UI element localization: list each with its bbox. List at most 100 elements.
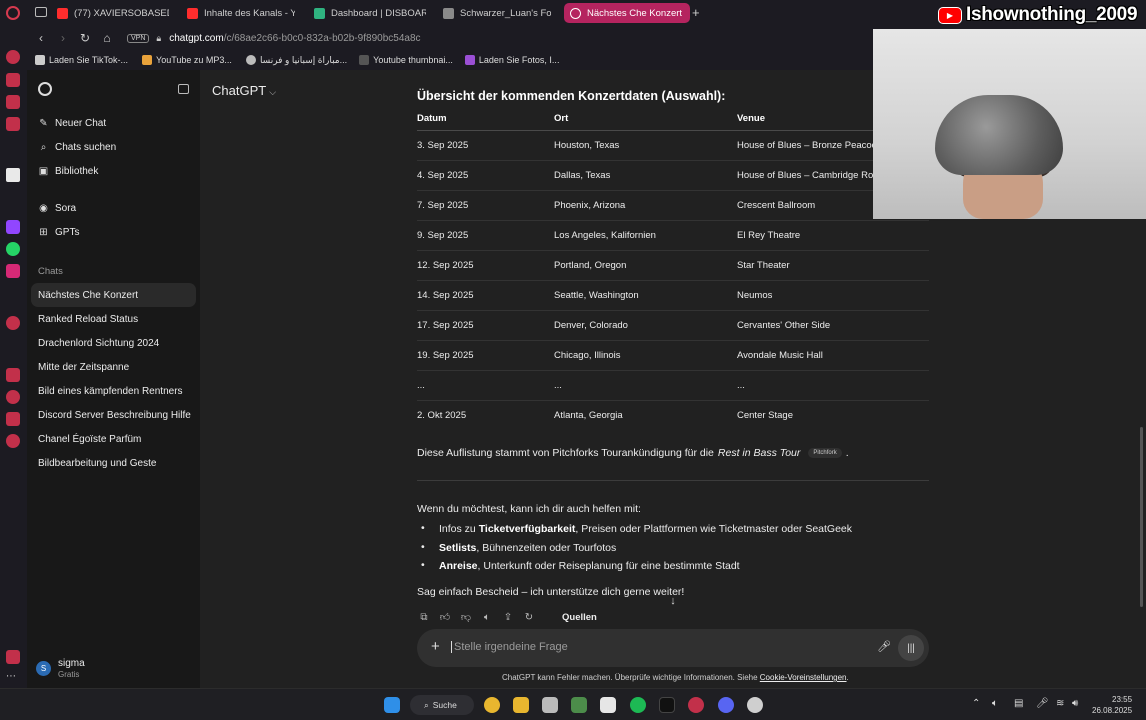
tab-youtube-live[interactable]: (77) XAVIERSOBASED LIV bbox=[51, 3, 175, 23]
closing-text: Sag einfach Bescheid – ich unterstütze d… bbox=[417, 586, 685, 598]
vpn-badge[interactable]: VPN bbox=[127, 33, 150, 43]
bookmark-thumbnail[interactable]: Youtube thumbnai... bbox=[359, 55, 453, 65]
thumbs-up-icon[interactable]: 👍︎ bbox=[439, 611, 451, 623]
file-explorer-icon[interactable] bbox=[513, 697, 529, 713]
chat-item-ranked-reload[interactable]: Ranked Reload Status bbox=[38, 314, 138, 325]
chat-item-naechstes-che-konzert[interactable]: Nächstes Che Konzert bbox=[38, 290, 138, 301]
scroll-down-icon[interactable]: ↓ bbox=[665, 595, 681, 611]
tab-menu-icon[interactable] bbox=[35, 7, 47, 17]
controller-icon[interactable] bbox=[6, 368, 20, 382]
whatsapp-icon[interactable] bbox=[6, 242, 20, 256]
copy-icon[interactable]: ⧉ bbox=[418, 611, 430, 623]
discord-icon[interactable] bbox=[718, 697, 734, 713]
bookmark-yt-mp3[interactable]: YouTube zu MP3... bbox=[142, 55, 232, 65]
read-aloud-icon[interactable]: 🔈︎ bbox=[481, 611, 493, 623]
home-icon[interactable]: ⌂ bbox=[99, 31, 115, 45]
bookmark-match[interactable]: مباراة إسبانيا و فرنسا... bbox=[245, 55, 347, 66]
network-icon[interactable]: ▤ bbox=[1014, 698, 1023, 709]
taskbar-search[interactable]: ⌕ Suche bbox=[410, 695, 474, 715]
spotify-icon[interactable] bbox=[630, 697, 646, 713]
back-icon[interactable]: ‹ bbox=[33, 31, 49, 45]
citation-pill[interactable]: Pitchfork bbox=[808, 448, 842, 458]
new-chat-button[interactable]: ✎ Neuer Chat bbox=[38, 118, 106, 129]
cookie-settings-link[interactable]: Cookie-Voreinstellungen bbox=[760, 673, 847, 682]
table-header-row: Datum Ort Venue bbox=[417, 108, 929, 131]
chat-item-zeitspanne[interactable]: Mitte der Zeitspanne bbox=[38, 362, 129, 373]
chat-item-bildbearbeitung[interactable]: Bildbearbeitung und Geste bbox=[38, 458, 156, 469]
store-icon[interactable] bbox=[542, 697, 558, 713]
model-selector[interactable]: ChatGPT ⌵ bbox=[212, 83, 276, 98]
library-button[interactable]: ▣ Bibliothek bbox=[38, 166, 99, 177]
table-row: 12. Sep 2025 Portland, Oregon Star Theater bbox=[417, 250, 929, 281]
chrome-icon[interactable] bbox=[484, 697, 500, 713]
app-icon[interactable] bbox=[571, 697, 587, 713]
thumbs-down-icon[interactable]: 👎︎ bbox=[460, 611, 472, 623]
opera-gx-icon[interactable] bbox=[688, 697, 704, 713]
date-cell: 7. Sep 2025 bbox=[417, 190, 554, 221]
tab-youtube-studio[interactable]: Inhalte des Kanals - YouT bbox=[181, 3, 301, 23]
sources-button[interactable]: Quellen bbox=[562, 612, 597, 623]
user-icon[interactable] bbox=[6, 73, 20, 87]
opera-logo-icon[interactable] bbox=[6, 6, 20, 20]
forward-icon[interactable]: › bbox=[55, 31, 71, 45]
sora-button[interactable]: ◉ Sora bbox=[38, 203, 76, 214]
search-chats-button[interactable]: ⌕ Chats suchen bbox=[38, 142, 116, 153]
tiktok-icon[interactable] bbox=[659, 697, 675, 713]
aria-icon[interactable] bbox=[6, 50, 20, 64]
chat-item-drachenlord[interactable]: Drachenlord Sichtung 2024 bbox=[38, 338, 159, 349]
capcut-icon[interactable] bbox=[600, 697, 616, 713]
plus-icon[interactable]: + bbox=[431, 638, 440, 655]
extensions-icon[interactable] bbox=[6, 412, 20, 426]
date-cell: 12. Sep 2025 bbox=[417, 250, 554, 281]
clock[interactable]: 23:55 26.08.2025 bbox=[1092, 694, 1132, 716]
chats-heading: Chats bbox=[38, 266, 63, 277]
volume-icon[interactable]: 🔊︎ bbox=[1072, 698, 1078, 709]
twitch-icon[interactable] bbox=[6, 220, 20, 234]
taskbar: ⌕ Suche ⌃ 🔈︎ ▤ 🎤︎ ≋ 🔊︎ 23:55 26.08.2025 bbox=[0, 688, 1146, 720]
sidebar-toggle-icon[interactable] bbox=[178, 84, 189, 94]
add-icon[interactable] bbox=[6, 316, 20, 330]
share-icon[interactable]: ⇪ bbox=[502, 611, 514, 623]
url-field[interactable]: chatgpt.com/c/68ae2c66-b0c0-832a-b02b-9f… bbox=[169, 33, 420, 44]
microphone-icon[interactable]: 🎤︎ bbox=[1036, 698, 1049, 709]
speaker-icon[interactable]: 🔈︎ bbox=[992, 698, 998, 709]
chat-item-chanel[interactable]: Chanel Égoïste Parfüm bbox=[38, 434, 141, 445]
more-icon[interactable]: ⋯ bbox=[6, 672, 20, 686]
instagram-icon[interactable] bbox=[6, 264, 20, 278]
voice-mode-icon[interactable]: ||| bbox=[898, 635, 924, 661]
lock-icon[interactable]: 🔒︎ bbox=[156, 33, 161, 44]
tab-disboard[interactable]: Dashboard | DISBOARD: D bbox=[308, 3, 432, 23]
message-actions: ⧉ 👍︎ 👎︎ 🔈︎ ⇪ ↻ Quellen bbox=[418, 611, 597, 624]
instagram-icon bbox=[464, 55, 475, 65]
chatgpt-icon bbox=[570, 7, 581, 19]
user-menu[interactable]: S sigma Gratis bbox=[36, 658, 85, 679]
tab-fortnite[interactable]: Schwarzer_Luan's Fortnit bbox=[437, 3, 557, 23]
list-item: Infos zu Ticketverfügbarkeit, Preisen od… bbox=[417, 522, 852, 542]
prompt-input[interactable]: Stelle irgendeine Frage bbox=[451, 641, 568, 653]
regenerate-icon[interactable]: ↻ bbox=[523, 611, 535, 623]
heart-icon bbox=[142, 55, 153, 65]
compress-icon[interactable] bbox=[6, 650, 20, 664]
tray-chevron-icon[interactable]: ⌃ bbox=[972, 698, 980, 709]
steam-icon[interactable] bbox=[747, 697, 763, 713]
chat-item-discord[interactable]: Discord Server Beschreibung Hilfe bbox=[38, 410, 191, 421]
table-row: 3. Sep 2025 Houston, Texas House of Blues … bbox=[417, 130, 929, 161]
scrollbar[interactable] bbox=[1140, 427, 1143, 607]
microphone-icon[interactable]: 🎤︎ bbox=[877, 640, 891, 653]
chat-item-rentner[interactable]: Bild eines kämpfenden Rentners bbox=[38, 386, 183, 397]
box-icon[interactable] bbox=[6, 95, 20, 109]
bookmark-tiktok[interactable]: Laden Sie TikTok-... bbox=[35, 55, 128, 65]
wifi-icon[interactable]: ≋ bbox=[1056, 698, 1064, 709]
app-icon[interactable] bbox=[6, 117, 20, 131]
triangle-icon[interactable] bbox=[6, 168, 20, 182]
openai-logo-icon[interactable] bbox=[38, 82, 52, 96]
tab-chatgpt[interactable]: Nächstes Che Konzert bbox=[564, 3, 690, 23]
gpts-button[interactable]: ⊞ GPTs bbox=[38, 227, 79, 238]
new-tab-button[interactable]: + bbox=[692, 5, 700, 20]
clock-time: 23:55 bbox=[1112, 695, 1133, 704]
settings-icon[interactable] bbox=[6, 434, 20, 448]
history-icon[interactable] bbox=[6, 390, 20, 404]
windows-start-icon[interactable] bbox=[384, 697, 400, 713]
bookmark-fotos[interactable]: Laden Sie Fotos, I... bbox=[464, 55, 559, 65]
reload-icon[interactable]: ↻ bbox=[77, 31, 93, 45]
